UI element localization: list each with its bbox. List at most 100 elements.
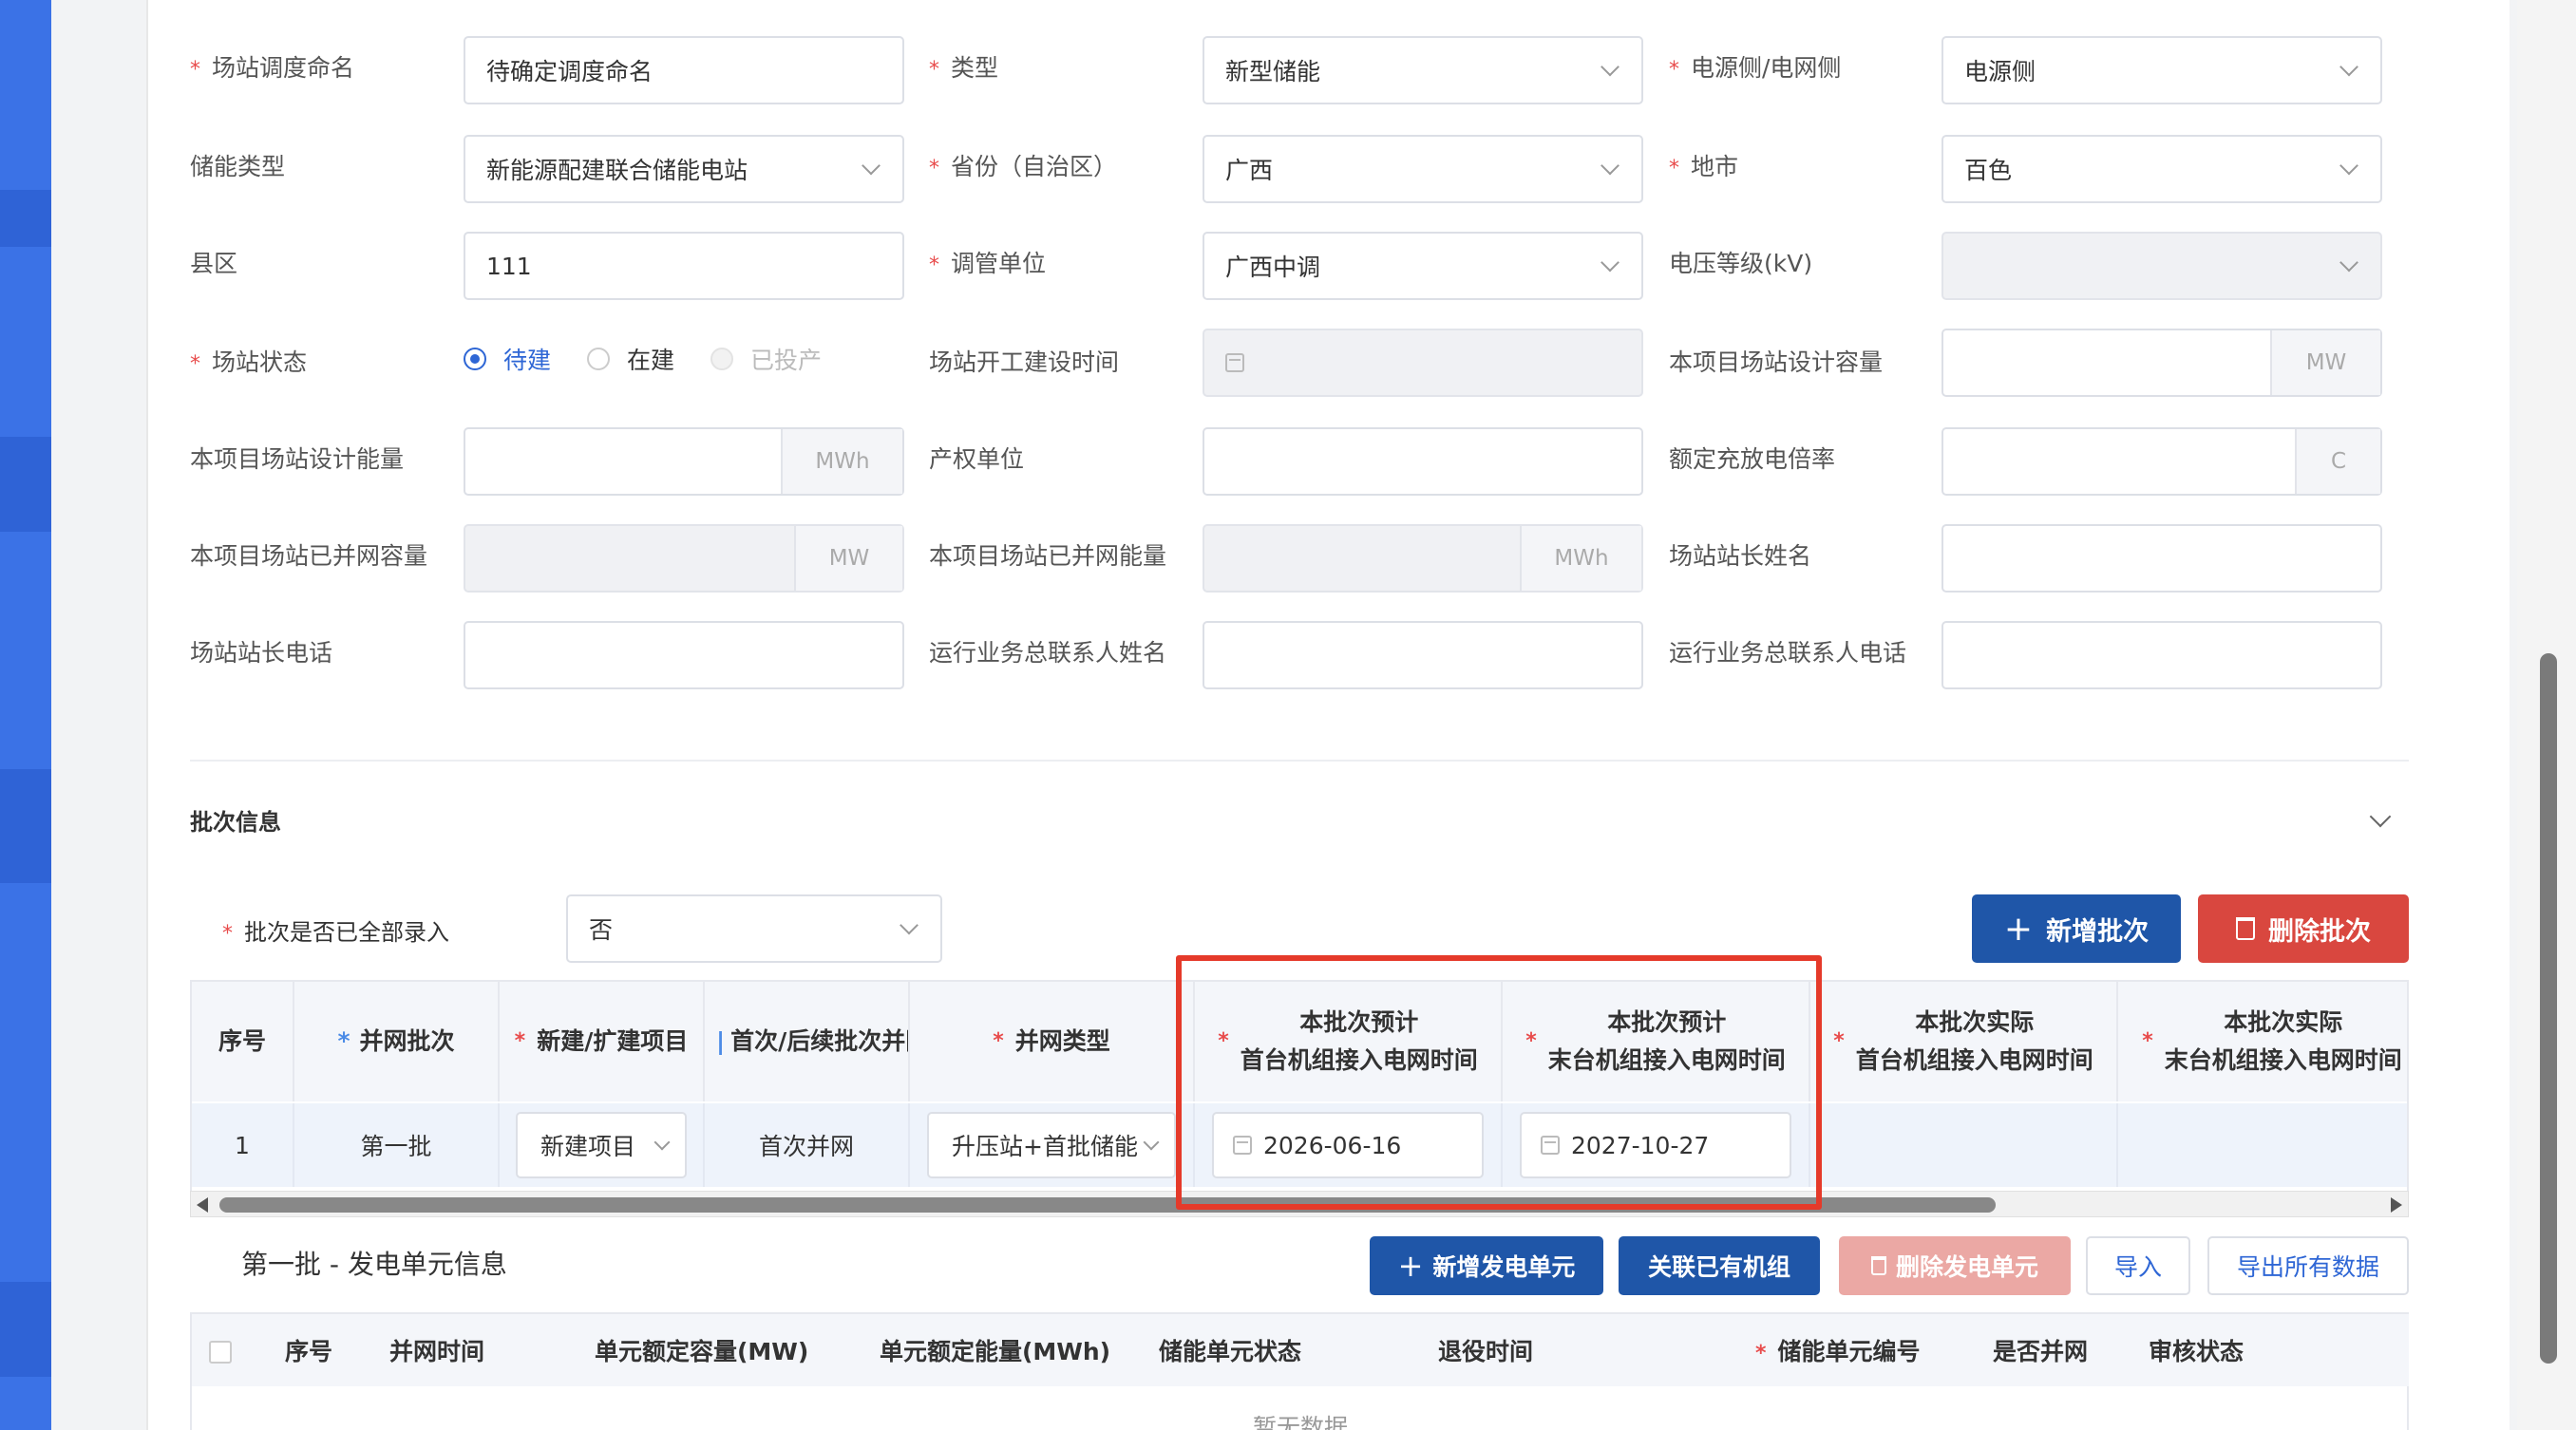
ops-name-label: 运行业务总联系人姓名 (929, 639, 1167, 667)
dispatch-select[interactable]: 广西中调 (1203, 232, 1643, 300)
grid-capacity-input[interactable]: MW (464, 524, 904, 593)
units-table: 序号 并网时间 单元额定容量(MW) 单元额定能量(MWh) 储能单元状态 退役… (190, 1312, 2409, 1430)
scroll-left-icon[interactable] (197, 1197, 208, 1213)
ops-phone-label: 运行业务总联系人电话 (1669, 639, 1907, 667)
chevron-down-icon (653, 1134, 671, 1151)
owner-input[interactable] (1203, 427, 1643, 496)
select-all-checkbox[interactable] (209, 1341, 232, 1364)
sidebar-strip (0, 0, 51, 1430)
delete-batch-button[interactable]: 删除批次 (2198, 894, 2409, 963)
calendar-icon (1225, 353, 1244, 372)
link-unit-button[interactable]: 关联已有机组 (1619, 1236, 1820, 1295)
manager-phone-input[interactable] (464, 621, 904, 689)
storage-type-label: 储能类型 (190, 153, 286, 180)
manager-phone-label: 场站站长电话 (190, 639, 333, 667)
unit-suffix: MWh (781, 429, 902, 494)
start-time-picker[interactable] (1203, 329, 1643, 397)
col-header: 序号 (192, 982, 294, 1101)
row-first-or-later: 首次并网 (705, 1103, 910, 1187)
all-entered-select[interactable]: 否 (566, 894, 942, 963)
chevron-down-icon (1601, 57, 1619, 77)
sidebar-shade (0, 190, 51, 247)
ops-phone-input[interactable] (1941, 621, 2382, 689)
trash-icon (2236, 917, 2255, 940)
delete-unit-button: 删除发电单元 (1839, 1236, 2071, 1295)
row-actual-first-cell (1810, 1103, 2118, 1187)
trash-icon (1870, 1256, 1886, 1275)
unit-suffix: C (2295, 429, 2380, 494)
page-scrollbar[interactable] (2517, 0, 2576, 1430)
import-button[interactable]: 导入 (2086, 1236, 2190, 1295)
dispatch-label: * 调管单位 (929, 250, 1047, 277)
page-scroll-thumb[interactable] (2540, 653, 2557, 1364)
province-label: * 省份（自治区） (929, 153, 1118, 180)
unit-suffix: MWh (1520, 526, 1641, 591)
col-header: * 并网批次 (294, 982, 500, 1101)
col-header: * 新建/扩建项目 (500, 982, 705, 1101)
status-radio-building[interactable]: 在建 (587, 342, 674, 376)
col-header: * 并网类型 (910, 982, 1195, 1101)
province-select[interactable]: 广西 (1203, 135, 1643, 203)
empty-text: 暂无数据 (1252, 1414, 1348, 1430)
station-name-input[interactable]: 待确定调度命名 (464, 36, 904, 104)
rate-input[interactable]: C (1941, 427, 2382, 496)
design-energy-input[interactable]: MWh (464, 427, 904, 496)
county-input[interactable]: 111 (464, 232, 904, 300)
county-label: 县区 (190, 250, 238, 277)
units-title: 第一批 - 发电单元信息 (241, 1249, 507, 1280)
storage-type-select[interactable]: 新能源配建联合储能电站 (464, 135, 904, 203)
plus-icon: + (1397, 1248, 1424, 1284)
units-header-row: 序号 并网时间 单元额定容量(MW) 单元额定能量(MWh) 储能单元状态 退役… (192, 1314, 2409, 1386)
project-select[interactable]: 新建项目 (516, 1112, 687, 1178)
voltage-select[interactable] (1941, 232, 2382, 300)
type-select[interactable]: 新型储能 (1203, 36, 1643, 104)
design-energy-label: 本项目场站设计能量 (190, 445, 405, 473)
owner-label: 产权单位 (929, 445, 1025, 473)
col-header: * 本批次实际 末台机组接入电网时间 (2118, 982, 2407, 1101)
chevron-down-icon (2339, 156, 2358, 176)
radio-icon (587, 348, 610, 370)
chevron-down-icon (900, 915, 919, 935)
col-header: 审核状态 (2149, 1338, 2245, 1365)
add-unit-button[interactable]: + 新增发电单元 (1370, 1236, 1603, 1295)
voltage-label: 电压等级(kV) (1669, 250, 1813, 277)
station-name-label: * 场站调度命名 (190, 54, 355, 82)
side-select[interactable]: 电源侧 (1941, 36, 2382, 104)
chevron-down-icon (1601, 156, 1619, 176)
grid-energy-input[interactable]: MWh (1203, 524, 1643, 593)
design-capacity-label: 本项目场站设计容量 (1669, 348, 1884, 376)
scroll-right-icon[interactable] (2391, 1197, 2402, 1213)
col-header: 单元额定能量(MWh) (880, 1338, 1111, 1365)
status-radio-pending[interactable]: 待建 (464, 342, 551, 376)
batch-section-title: 批次信息 (190, 809, 281, 836)
chevron-down-icon (1143, 1134, 1160, 1151)
highlight-box (1176, 955, 1822, 1210)
row-actual-last-cell (2118, 1103, 2407, 1187)
chevron-down-icon (862, 156, 881, 176)
status-label: * 场站状态 (190, 348, 308, 376)
col-header: 单元额定容量(MW) (595, 1338, 809, 1365)
grid-type-select[interactable]: 升压站+首批储能 (927, 1112, 1176, 1178)
section-divider (190, 760, 2409, 762)
side-label: * 电源侧/电网侧 (1669, 54, 1842, 82)
col-header: 序号 (285, 1338, 333, 1365)
city-select[interactable]: 百色 (1941, 135, 2382, 203)
grid-capacity-label: 本项目场站已并网容量 (190, 542, 428, 570)
design-capacity-input[interactable]: MW (1941, 329, 2382, 397)
manager-name-label: 场站站长姓名 (1669, 542, 1812, 570)
radio-disabled-icon (710, 348, 733, 370)
row-project-cell: 新建项目 (500, 1103, 705, 1187)
col-header: 储能单元状态 (1159, 1338, 1302, 1365)
ops-name-input[interactable] (1203, 621, 1643, 689)
type-label: * 类型 (929, 54, 999, 82)
all-entered-label: * 批次是否已全部录入 (222, 919, 449, 946)
city-label: * 地市 (1669, 153, 1739, 180)
export-button[interactable]: 导出所有数据 (2207, 1236, 2409, 1295)
grid-energy-label: 本项目场站已并网能量 (929, 542, 1167, 570)
chevron-down-icon (2339, 253, 2358, 273)
col-header: * 本批次实际 首台机组接入电网时间 (1810, 982, 2118, 1101)
plus-icon: + (2003, 909, 2034, 949)
add-batch-button[interactable]: + 新增批次 (1972, 894, 2181, 963)
col-header: 是否并网 (1993, 1338, 2089, 1365)
manager-name-input[interactable] (1941, 524, 2382, 593)
